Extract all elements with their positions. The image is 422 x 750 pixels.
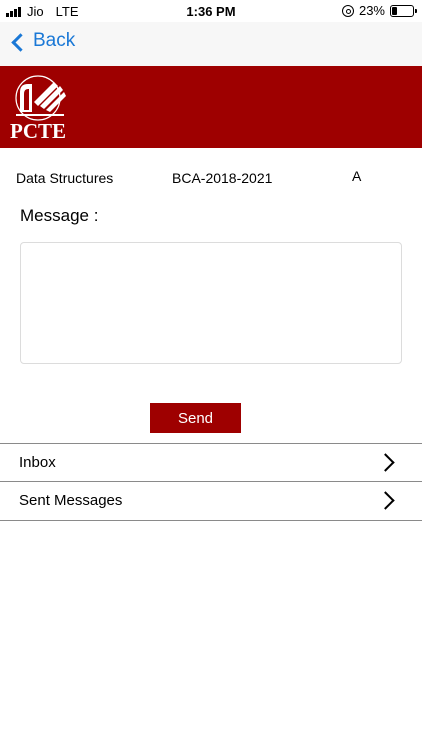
- header-banner: PCTE: [0, 66, 422, 148]
- battery-fill: [392, 6, 397, 15]
- navigation-bar: Back: [0, 22, 422, 66]
- list-item-inbox[interactable]: Inbox: [0, 443, 422, 481]
- battery-icon: [390, 4, 417, 17]
- back-label: Back: [33, 30, 76, 51]
- send-button[interactable]: Send: [150, 403, 241, 433]
- back-button[interactable]: Back: [10, 30, 75, 52]
- course-subject: Data Structures: [16, 170, 114, 186]
- status-right: 23%: [341, 3, 417, 18]
- course-info-row: Data Structures BCA-2018-2021 A: [0, 168, 422, 188]
- inbox-label: Inbox: [19, 454, 56, 471]
- chevron-right-icon: [376, 491, 395, 510]
- message-input[interactable]: [20, 242, 402, 364]
- logo-text: PCTE: [10, 119, 67, 143]
- list-item-sent-messages[interactable]: Sent Messages: [0, 481, 422, 521]
- orientation-lock-icon: [341, 4, 354, 17]
- chevron-left-icon: [11, 32, 30, 52]
- status-bar: Jio LTE 1:36 PM 23%: [0, 0, 422, 22]
- battery-percent: 23%: [358, 3, 385, 18]
- course-section: A: [352, 168, 362, 184]
- chevron-right-icon: [376, 453, 395, 472]
- sent-messages-label: Sent Messages: [19, 492, 123, 509]
- message-label: Message :: [20, 206, 99, 225]
- logo-emblem-icon: [15, 75, 66, 121]
- pcte-logo: PCTE: [10, 72, 70, 144]
- course-batch: BCA-2018-2021: [172, 170, 273, 186]
